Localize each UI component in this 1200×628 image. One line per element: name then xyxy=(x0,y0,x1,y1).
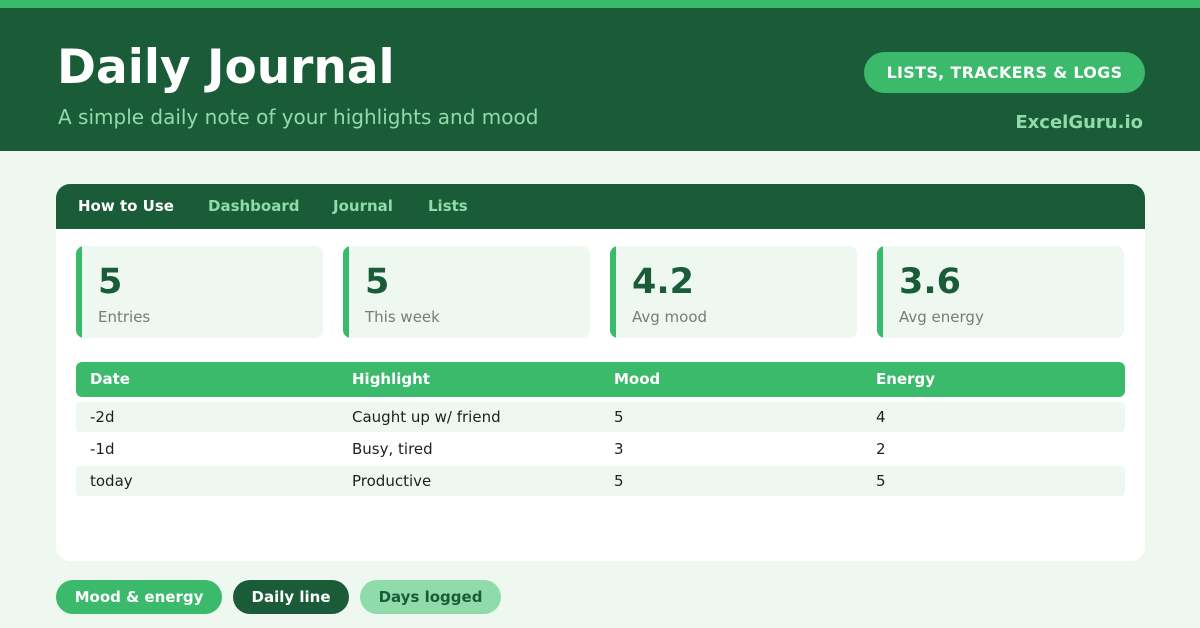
table-row: -2d Caught up w/ friend 5 4 xyxy=(76,402,1125,432)
header: Daily Journal A simple daily note of you… xyxy=(0,8,1200,151)
brand-name: ExcelGuru.io xyxy=(1015,112,1143,133)
stat-label: Avg energy xyxy=(899,308,984,326)
stat-card-avg-mood: 4.2 Avg mood xyxy=(610,246,857,338)
stat-card-this-week: 5 This week xyxy=(343,246,590,338)
cell-highlight: Busy, tired xyxy=(352,440,433,458)
category-badge: LISTS, TRACKERS & LOGS xyxy=(864,52,1145,93)
stat-label: Avg mood xyxy=(632,308,708,326)
table-row: -1d Busy, tired 3 2 xyxy=(76,434,1125,464)
cell-mood: 5 xyxy=(614,408,624,426)
cell-energy: 2 xyxy=(876,440,886,458)
cell-mood: 3 xyxy=(614,440,624,458)
pill-daily-line[interactable]: Daily line xyxy=(233,580,349,614)
cell-energy: 5 xyxy=(876,472,886,490)
top-accent-strip xyxy=(0,0,1200,8)
cell-date: today xyxy=(90,472,133,490)
tab-journal[interactable]: Journal xyxy=(333,197,393,215)
stat-label: Entries xyxy=(98,308,151,326)
stat-card-entries: 5 Entries xyxy=(76,246,323,338)
tab-lists[interactable]: Lists xyxy=(428,197,468,215)
cell-mood: 5 xyxy=(614,472,624,490)
tab-dashboard[interactable]: Dashboard xyxy=(208,197,299,215)
column-header-date: Date xyxy=(90,370,130,388)
tab-bar: How to Use Dashboard Journal Lists xyxy=(56,184,1145,229)
stat-value: 5 xyxy=(365,262,390,302)
column-header-highlight: Highlight xyxy=(352,370,430,388)
table-header: Date Highlight Mood Energy xyxy=(76,362,1125,397)
page: Daily Journal A simple daily note of you… xyxy=(0,0,1200,628)
stat-card-avg-energy: 3.6 Avg energy xyxy=(877,246,1124,338)
page-title: Daily Journal xyxy=(57,40,395,95)
cell-energy: 4 xyxy=(876,408,886,426)
stat-value: 3.6 xyxy=(899,262,962,302)
page-subtitle: A simple daily note of your highlights a… xyxy=(58,105,539,129)
pill-days-logged[interactable]: Days logged xyxy=(360,580,501,614)
column-header-energy: Energy xyxy=(876,370,936,388)
cell-highlight: Productive xyxy=(352,472,432,490)
stat-value: 5 xyxy=(98,262,123,302)
cell-date: -2d xyxy=(90,408,115,426)
preview-card: How to Use Dashboard Journal Lists 5 Ent… xyxy=(56,184,1145,561)
tab-how-to-use[interactable]: How to Use xyxy=(78,197,174,215)
column-header-mood: Mood xyxy=(614,370,661,388)
stat-label: This week xyxy=(365,308,440,326)
cell-highlight: Caught up w/ friend xyxy=(352,408,501,426)
pill-mood-energy[interactable]: Mood & energy xyxy=(56,580,222,614)
stat-value: 4.2 xyxy=(632,262,695,302)
cell-date: -1d xyxy=(90,440,115,458)
table-row: today Productive 5 5 xyxy=(76,466,1125,496)
